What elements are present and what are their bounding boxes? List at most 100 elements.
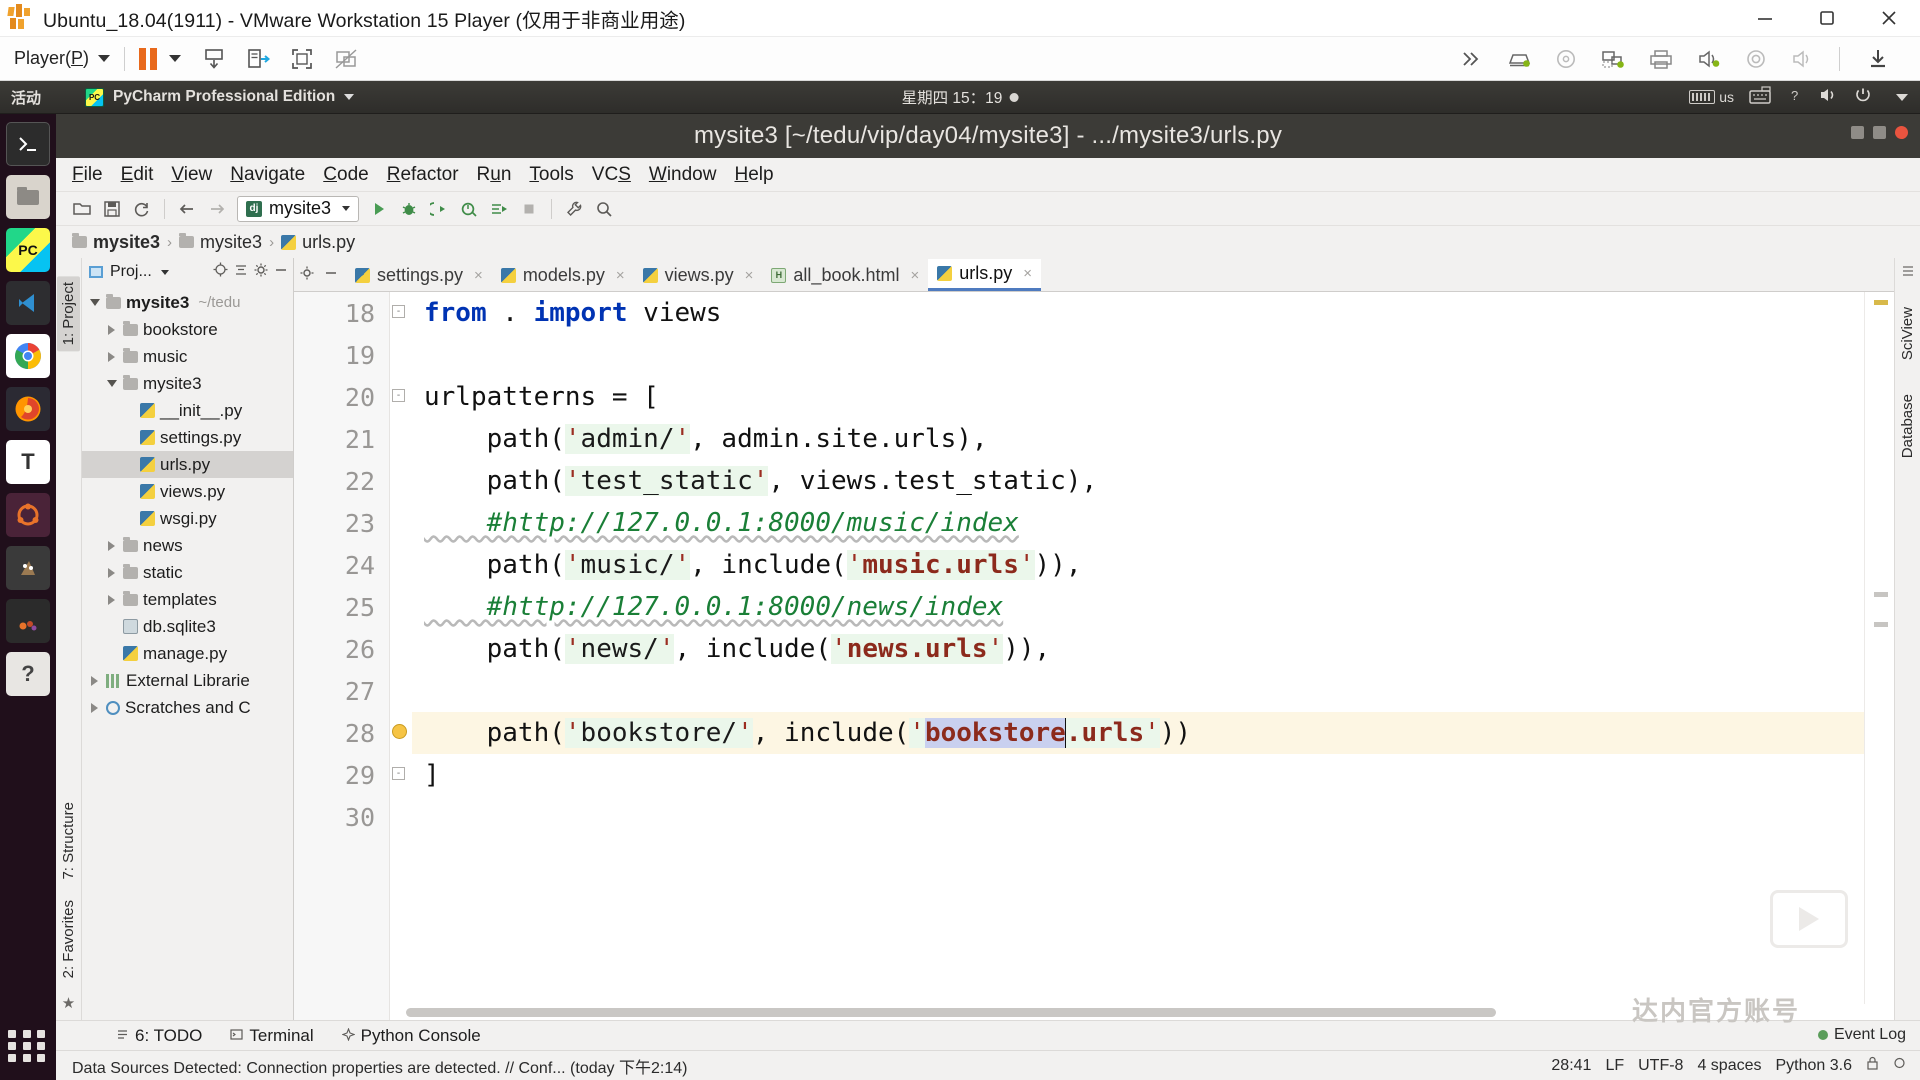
tree-item-manage-py[interactable]: manage.py [82, 640, 293, 667]
breadcrumb-item-2[interactable]: urls.py [281, 232, 355, 253]
code-line[interactable]: path('test_static', views.test_static), [412, 460, 1864, 502]
send-ctrl-alt-del-icon[interactable] [245, 46, 271, 72]
tool-window-6-todo[interactable]: 6: TODO [116, 1026, 202, 1046]
fold-collapse-icon[interactable]: - [392, 305, 405, 318]
settings-wrench-icon[interactable] [560, 196, 588, 222]
pause-dropdown-icon[interactable] [169, 55, 182, 62]
debug-icon[interactable] [395, 196, 423, 222]
fold-collapse-icon[interactable]: - [392, 389, 405, 402]
event-log-button[interactable]: Event Log [1817, 1026, 1906, 1044]
python-interpreter[interactable]: Python 3.6 [1776, 1057, 1853, 1075]
hector-icon[interactable] [1893, 1056, 1906, 1075]
hide-panel-icon[interactable] [274, 263, 288, 282]
collapse-all-icon[interactable] [234, 263, 248, 282]
collapse-arrow-icon[interactable] [105, 380, 118, 387]
expand-arrow-icon[interactable] [105, 324, 118, 335]
tree-item-bookstore[interactable]: bookstore [82, 316, 293, 343]
code-content[interactable]: from . import views urlpatterns = [ path… [412, 292, 1864, 1020]
editor-tab-all-book-html[interactable]: Hall_book.html × [762, 259, 928, 291]
launcher-item-vscode[interactable] [6, 281, 50, 325]
tree-item-static[interactable]: static [82, 559, 293, 586]
rail-item-favorites[interactable]: 2: Favorites [60, 900, 77, 978]
clock[interactable]: 星期四 15：19 [902, 86, 1019, 108]
launcher-item-ubuntu-software[interactable] [6, 493, 50, 537]
tree-item-news[interactable]: news [82, 532, 293, 559]
search-icon[interactable] [590, 196, 618, 222]
intention-bulb-icon[interactable] [392, 724, 407, 739]
code-line[interactable]: path('news/', include('news.urls')), [412, 628, 1864, 670]
menu-item-edit[interactable]: Edit [121, 164, 154, 186]
tree-item-settings-py[interactable]: settings.py [82, 424, 293, 451]
download-icon[interactable] [1865, 47, 1891, 71]
close-icon[interactable]: × [474, 267, 483, 284]
menu-item-tools[interactable]: Tools [529, 164, 573, 186]
rail-item-project[interactable]: 1: Project [57, 276, 80, 352]
expand-arrow-icon[interactable] [105, 351, 118, 362]
close-icon[interactable] [1895, 126, 1908, 139]
file-encoding[interactable]: UTF-8 [1638, 1057, 1683, 1075]
indent-setting[interactable]: 4 spaces [1697, 1057, 1761, 1075]
breadcrumb-item-1[interactable]: mysite3 [179, 232, 262, 253]
active-app-menu[interactable]: PyCharm Professional Edition [85, 87, 355, 107]
code-line[interactable]: path('admin/', admin.site.urls), [412, 418, 1864, 460]
target-icon[interactable] [213, 262, 228, 282]
run-configuration-selector[interactable]: dj mysite3 [237, 195, 360, 222]
tree-item-scratches-and-c[interactable]: Scratches and C [82, 694, 293, 721]
launcher-item-help[interactable]: ? [6, 652, 50, 696]
collapse-arrow-icon[interactable] [88, 299, 101, 306]
menu-item-vcs[interactable]: VCS [592, 164, 631, 186]
volume-icon[interactable] [1819, 86, 1839, 109]
error-stripe-gutter[interactable] [1864, 292, 1894, 1020]
menu-item-window[interactable]: Window [649, 164, 717, 186]
editor-tab-views-py[interactable]: views.py × [634, 259, 763, 291]
caret-position[interactable]: 28:41 [1551, 1057, 1591, 1075]
keyboard-layout-indicator[interactable]: us [1689, 89, 1734, 105]
launcher-item-terminal[interactable] [6, 122, 50, 166]
unity-mode-icon[interactable] [333, 46, 359, 72]
editor-tab-models-py[interactable]: models.py × [492, 259, 634, 291]
tree-item-mysite3[interactable]: mysite3 ~/tedu [82, 289, 293, 316]
tree-item-wsgi-py[interactable]: wsgi.py [82, 505, 293, 532]
breadcrumb-item-0[interactable]: mysite3 [72, 232, 160, 253]
expand-icon[interactable] [1460, 48, 1484, 70]
forward-icon[interactable] [203, 196, 231, 222]
code-line[interactable] [412, 796, 1864, 838]
sync-icon[interactable] [128, 196, 156, 222]
network-adapter-icon[interactable] [1600, 48, 1626, 70]
rail-item-structure[interactable]: 7: Structure [60, 802, 77, 880]
run-coverage-icon[interactable] [425, 196, 453, 222]
launcher-item-firefox[interactable] [6, 387, 50, 431]
help-icon[interactable]: ? [1786, 86, 1804, 109]
rail-item-database[interactable]: Database [1899, 394, 1916, 458]
run-with-console-icon[interactable] [485, 196, 513, 222]
back-icon[interactable] [173, 196, 201, 222]
tree-item-external-librarie[interactable]: External Librarie [82, 667, 293, 694]
minimize-icon[interactable] [1851, 126, 1864, 139]
launcher-item-files[interactable] [6, 175, 50, 219]
fullscreen-icon[interactable] [289, 46, 315, 72]
settings-gear-icon[interactable] [300, 266, 314, 285]
chevron-down-icon[interactable] [160, 269, 169, 275]
settings-gear-icon[interactable] [254, 263, 268, 282]
tree-item--init-py[interactable]: __init__.py [82, 397, 293, 424]
tool-window-terminal[interactable]: Terminal [230, 1026, 314, 1046]
rail-item-sciview[interactable]: SciView [1899, 307, 1916, 360]
close-icon[interactable]: × [1023, 265, 1032, 282]
line-separator[interactable]: LF [1605, 1057, 1624, 1075]
stop-icon[interactable] [515, 196, 543, 222]
tree-item-music[interactable]: music [82, 343, 293, 370]
tree-item-templates[interactable]: templates [82, 586, 293, 613]
expand-arrow-icon[interactable] [88, 702, 101, 713]
menu-item-file[interactable]: File [72, 164, 103, 186]
player-menu-button[interactable]: Player(P) [14, 48, 111, 69]
code-line[interactable] [412, 670, 1864, 712]
menu-item-run[interactable]: Run [477, 164, 512, 186]
close-icon[interactable]: × [910, 267, 919, 284]
expand-arrow-icon[interactable] [88, 675, 101, 686]
suspend-icon[interactable] [201, 46, 227, 72]
code-line[interactable]: ] [412, 754, 1864, 796]
removable-hdd-icon[interactable] [1506, 48, 1532, 70]
show-applications-button[interactable] [8, 1026, 48, 1066]
menu-item-help[interactable]: Help [734, 164, 773, 186]
code-line[interactable]: path('bookstore/', include('bookstore.ur… [412, 712, 1864, 754]
